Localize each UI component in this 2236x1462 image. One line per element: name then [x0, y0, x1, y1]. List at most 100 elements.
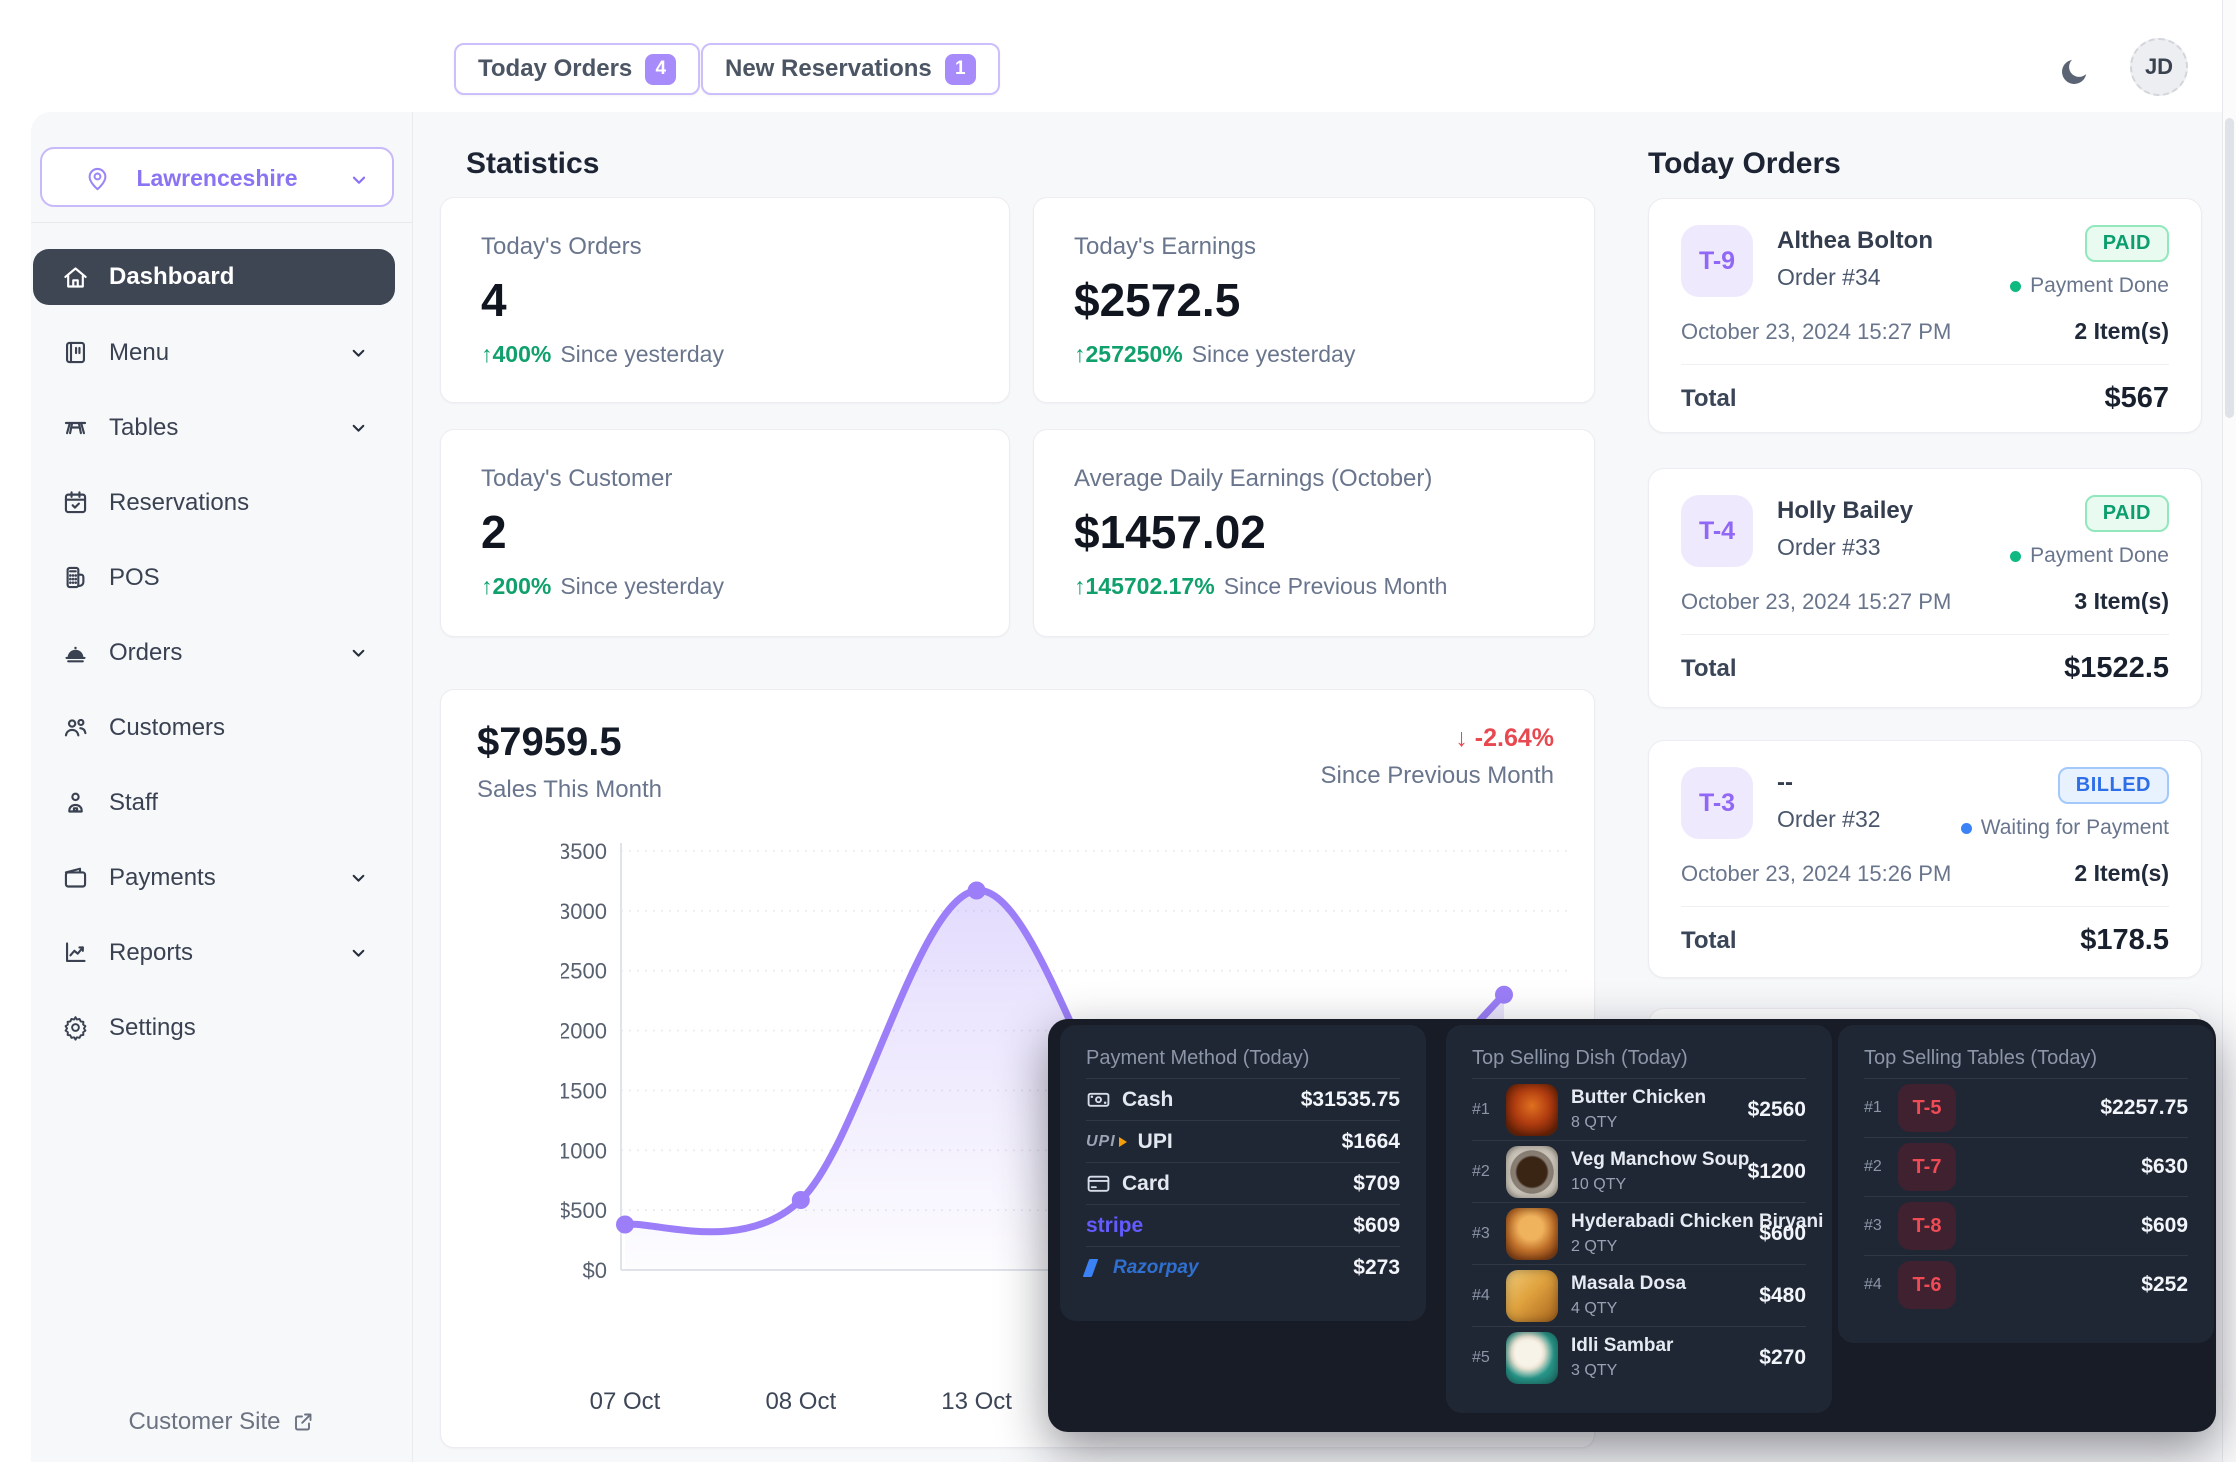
- location-selector[interactable]: Lawrenceshire: [40, 147, 394, 207]
- payment-status-dot: [1961, 823, 1972, 834]
- rank-label: #3: [1864, 1217, 1898, 1235]
- chevron-down-icon: [348, 169, 370, 191]
- order-card[interactable]: T-4 Holly Bailey Order #33 PAID Payment …: [1648, 468, 2202, 708]
- table-badge: T-9: [1681, 225, 1753, 297]
- trend-suffix: Since yesterday: [1192, 341, 1356, 367]
- dish-name: Idli Sambar: [1571, 1335, 1673, 1357]
- svg-text:$1500: $1500: [561, 1078, 607, 1103]
- sidebar-item-pos[interactable]: POS: [33, 540, 395, 615]
- stripe-logo: stripe: [1086, 1214, 1143, 1238]
- svg-text:$1000: $1000: [561, 1138, 607, 1163]
- dish-qty: 4 QTY: [1571, 1300, 1686, 1318]
- rank-label: #5: [1472, 1349, 1506, 1367]
- sales-total: $7959.5: [477, 720, 622, 765]
- sidebar-item-label: Reservations: [109, 489, 249, 517]
- order-number: Order #34: [1777, 264, 1933, 291]
- svg-text:$2500: $2500: [561, 959, 607, 984]
- page-scrollbar-thumb[interactable]: [2225, 118, 2234, 418]
- dish-qty: 8 QTY: [1571, 1114, 1706, 1132]
- sidebar-item-label: Dashboard: [109, 263, 234, 291]
- table-amount: $252: [2141, 1273, 2188, 1297]
- svg-text:$3000: $3000: [561, 899, 607, 924]
- payment-method-amount: $31535.75: [1301, 1088, 1400, 1112]
- sidebar-item-staff[interactable]: Staff: [33, 765, 395, 840]
- user-avatar[interactable]: JD: [2130, 38, 2188, 96]
- stat-card-todays-customer: Today's Customer 2 ↑200%Since yesterday: [440, 429, 1010, 637]
- person-badge-icon: [60, 788, 90, 818]
- sales-change-suffix: Since Previous Month: [1321, 762, 1554, 790]
- rank-label: #4: [1864, 1276, 1898, 1294]
- dish-price: $2560: [1738, 1098, 1806, 1122]
- top-selling-tables-panel: Top Selling Tables (Today) #1 T-5 $2257.…: [1838, 1025, 2214, 1343]
- sidebar-item-label: Customers: [109, 714, 225, 742]
- statistics-heading: Statistics: [466, 147, 599, 181]
- total-value: $1522.5: [2064, 652, 2169, 685]
- dark-mode-toggle[interactable]: [2052, 50, 2096, 94]
- razorpay-logo: Razorpay: [1113, 1257, 1199, 1279]
- sidebar-item-dashboard[interactable]: Dashboard: [33, 249, 395, 305]
- cash-icon: [1086, 1087, 1111, 1112]
- upi-logo-icon: UPI: [1086, 1133, 1127, 1151]
- order-datetime: October 23, 2024 15:27 PM: [1681, 319, 1951, 345]
- sidebar-item-label: Settings: [109, 1014, 196, 1042]
- customer-site-link[interactable]: Customer Site: [31, 1408, 412, 1436]
- sidebar-item-payments[interactable]: Payments: [33, 840, 395, 915]
- svg-text:08 Oct: 08 Oct: [765, 1388, 836, 1415]
- dish-name: Masala Dosa: [1571, 1273, 1686, 1295]
- sidebar-item-tables[interactable]: Tables: [33, 390, 395, 465]
- today-orders-heading: Today Orders: [1648, 147, 1841, 181]
- svg-text:13 Oct: 13 Oct: [941, 1388, 1012, 1415]
- today-orders-button[interactable]: Today Orders 4: [454, 43, 700, 95]
- customer-name: Althea Bolton: [1777, 227, 1933, 255]
- menu-book-icon: [60, 338, 90, 368]
- stat-label: Average Daily Earnings (October): [1074, 465, 1554, 493]
- sidebar-item-menu[interactable]: Menu: [33, 315, 395, 390]
- order-card[interactable]: T-9 Althea Bolton Order #34 PAID Payment…: [1648, 198, 2202, 433]
- sidebar-item-label: Tables: [109, 414, 178, 442]
- payment-method-row: stripe $609: [1086, 1204, 1400, 1246]
- stat-card-average-daily-earnings: Average Daily Earnings (October) $1457.0…: [1033, 429, 1595, 637]
- svg-text:$2000: $2000: [561, 1019, 607, 1044]
- trend-suffix: Since Previous Month: [1224, 573, 1448, 599]
- payment-status-text: Payment Done: [2030, 274, 2169, 298]
- chevron-down-icon: [348, 942, 369, 963]
- new-reservations-button[interactable]: New Reservations 1: [701, 43, 1000, 95]
- sidebar-divider-line: [412, 112, 413, 1462]
- order-card[interactable]: T-3 -- Order #32 BILLED Waiting for Paym…: [1648, 740, 2202, 978]
- table-row: #3 T-8 $609: [1864, 1196, 2188, 1255]
- sidebar-item-customers[interactable]: Customers: [33, 690, 395, 765]
- gear-icon: [60, 1013, 90, 1043]
- payment-method-amount: $1664: [1342, 1130, 1400, 1154]
- total-label: Total: [1681, 655, 1737, 683]
- dish-row: #2 Veg Manchow Soup10 QTY $1200: [1472, 1140, 1806, 1202]
- external-link-icon: [291, 1410, 315, 1434]
- table-icon: [60, 413, 90, 443]
- sidebar-item-reports[interactable]: Reports: [33, 915, 395, 990]
- status-badge: BILLED: [2058, 767, 2169, 804]
- dish-price: $270: [1749, 1346, 1806, 1370]
- stat-card-todays-orders: Today's Orders 4 ↑400%Since yesterday: [440, 197, 1010, 403]
- sidebar-item-label: Menu: [109, 339, 169, 367]
- chevron-down-icon: [348, 417, 369, 438]
- sales-subtitle: Sales This Month: [477, 776, 662, 804]
- payment-method-amount: $609: [1353, 1214, 1400, 1238]
- table-badge: T-4: [1681, 495, 1753, 567]
- sidebar-item-reservations[interactable]: Reservations: [33, 465, 395, 540]
- rank-label: #2: [1472, 1163, 1506, 1181]
- rank-label: #1: [1472, 1101, 1506, 1119]
- sidebar-item-orders[interactable]: Orders: [33, 615, 395, 690]
- sidebar-item-label: Payments: [109, 864, 216, 892]
- panel-title: Top Selling Tables (Today): [1864, 1047, 2188, 1070]
- divider: [1681, 906, 2169, 907]
- trend-up-value: ↑200%: [481, 573, 551, 599]
- sidebar-item-settings[interactable]: Settings: [33, 990, 395, 1065]
- stat-label: Today's Earnings: [1074, 233, 1554, 261]
- payment-status-text: Payment Done: [2030, 544, 2169, 568]
- payment-status-dot: [2010, 281, 2021, 292]
- trend-up-value: ↑257250%: [1074, 341, 1183, 367]
- order-datetime: October 23, 2024 15:27 PM: [1681, 589, 1951, 615]
- customer-site-label: Customer Site: [128, 1408, 280, 1436]
- order-items-count: 2 Item(s): [2074, 318, 2169, 345]
- customer-name: Holly Bailey: [1777, 497, 1913, 525]
- trend-up-value: ↑400%: [481, 341, 551, 367]
